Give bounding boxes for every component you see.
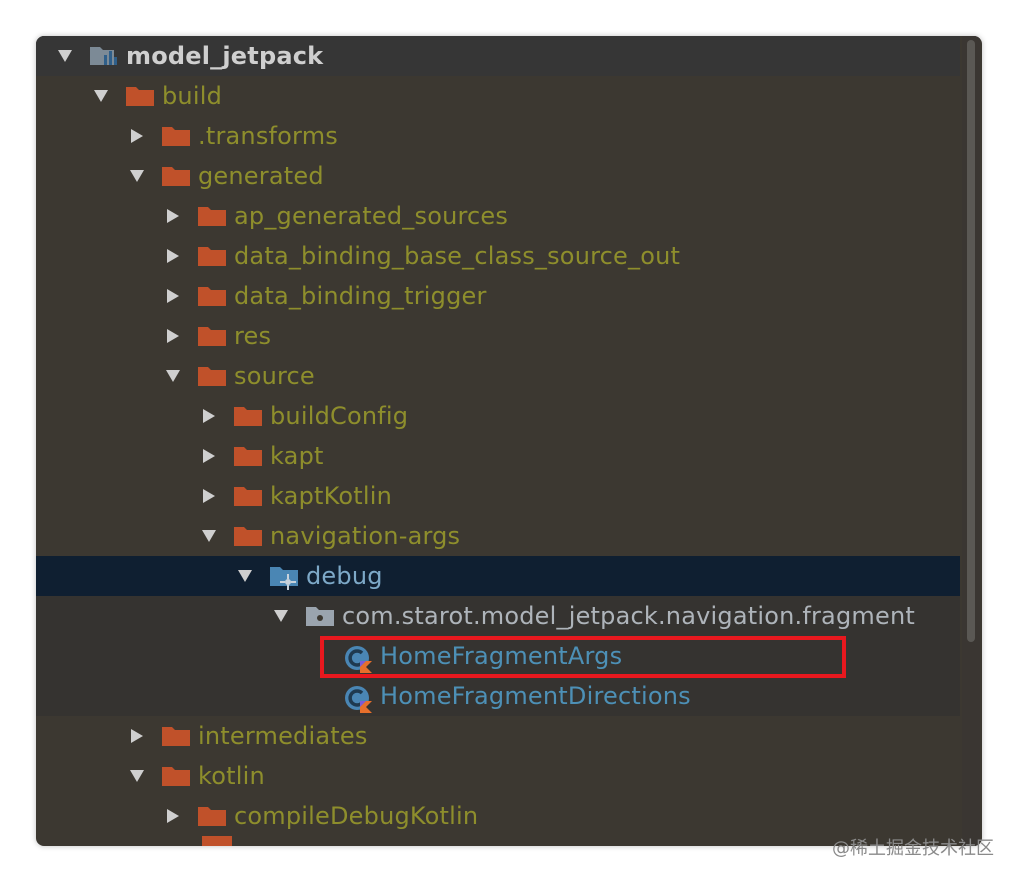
tree-row-label: source bbox=[234, 362, 315, 390]
folder-icon bbox=[202, 836, 232, 846]
collapse-arrow-icon[interactable] bbox=[202, 449, 216, 463]
tree-row-generated[interactable]: generated bbox=[36, 156, 960, 196]
collapse-arrow-icon[interactable] bbox=[166, 329, 180, 343]
expand-arrow-icon[interactable] bbox=[94, 89, 108, 103]
collapse-arrow-icon[interactable] bbox=[130, 729, 144, 743]
tree-row-package[interactable]: com.starot.model_jetpack.navigation.frag… bbox=[36, 596, 960, 636]
expand-arrow-icon[interactable] bbox=[166, 369, 180, 383]
folder-icon bbox=[198, 805, 228, 827]
tree-row-navigation-args[interactable]: navigation-args bbox=[36, 516, 960, 556]
tree-row-ap-generated-sources[interactable]: ap_generated_sources bbox=[36, 196, 960, 236]
collapse-arrow-icon[interactable] bbox=[166, 209, 180, 223]
folder-icon bbox=[198, 325, 228, 347]
tree-row-kapt[interactable]: kapt bbox=[36, 436, 960, 476]
collapse-arrow-icon[interactable] bbox=[202, 409, 216, 423]
tree-row-res[interactable]: res bbox=[36, 316, 960, 356]
tree-row-kaptkotlin[interactable]: kaptKotlin bbox=[36, 476, 960, 516]
folder-icon bbox=[198, 285, 228, 307]
tree-row-label: res bbox=[234, 322, 272, 350]
collapse-arrow-icon[interactable] bbox=[166, 249, 180, 263]
folder-icon bbox=[234, 405, 264, 427]
tree-row-label: .transforms bbox=[198, 122, 338, 150]
tree-row-model-jetpack[interactable]: model_jetpack bbox=[36, 36, 960, 76]
tree-row-source[interactable]: source bbox=[36, 356, 960, 396]
folder-icon bbox=[162, 165, 192, 187]
tree-row-data-binding-trigger[interactable]: data_binding_trigger bbox=[36, 276, 960, 316]
expand-arrow-icon[interactable] bbox=[58, 49, 72, 63]
tree-row-label: model_jetpack bbox=[126, 42, 324, 70]
folder-icon bbox=[162, 765, 192, 787]
folder-icon bbox=[198, 245, 228, 267]
module-folder-icon bbox=[90, 45, 120, 67]
collapse-arrow-icon[interactable] bbox=[166, 809, 180, 823]
folder-icon bbox=[162, 725, 192, 747]
expand-arrow-icon[interactable] bbox=[130, 169, 144, 183]
tree-row-label: data_binding_trigger bbox=[234, 282, 487, 310]
collapse-arrow-icon[interactable] bbox=[166, 289, 180, 303]
tree-row-label: kapt bbox=[270, 442, 324, 470]
folder-icon bbox=[234, 485, 264, 507]
watermark: @稀土掘金技术社区 bbox=[832, 838, 994, 859]
collapse-arrow-icon[interactable] bbox=[130, 129, 144, 143]
tree-row-label: kaptKotlin bbox=[270, 482, 393, 510]
folder-icon bbox=[198, 205, 228, 227]
tree-row-label: HomeFragmentArgs bbox=[380, 642, 623, 670]
tree-row-label: ap_generated_sources bbox=[234, 202, 509, 230]
folder-icon bbox=[234, 525, 264, 547]
tree-row-home-fragment-args[interactable]: HomeFragmentArgs bbox=[36, 636, 960, 676]
tree-row-compile-debug-kotlin[interactable]: compileDebugKotlin bbox=[36, 796, 960, 836]
tree-row-intermediates[interactable]: intermediates bbox=[36, 716, 960, 756]
expand-arrow-icon[interactable] bbox=[238, 569, 252, 583]
expand-arrow-icon[interactable] bbox=[202, 529, 216, 543]
tree-row-label: com.starot.model_jetpack.navigation.frag… bbox=[342, 602, 915, 630]
tree-row-data-binding-base-class-source-out[interactable]: data_binding_base_class_source_out bbox=[36, 236, 960, 276]
folder-icon bbox=[126, 85, 156, 107]
tree-row-label: compileDebugKotlin bbox=[234, 802, 479, 830]
tree-row-transforms[interactable]: .transforms bbox=[36, 116, 960, 156]
tree-row-label: buildConfig bbox=[270, 402, 409, 430]
tree-row-partial bbox=[36, 836, 960, 846]
vertical-scrollbar[interactable] bbox=[962, 36, 980, 846]
tree-row-label: generated bbox=[198, 162, 324, 190]
scrollbar-thumb[interactable] bbox=[967, 40, 975, 642]
package-icon bbox=[306, 605, 336, 627]
tree-row-label: HomeFragmentDirections bbox=[380, 682, 691, 710]
folder-icon bbox=[198, 365, 228, 387]
tree-row-label: navigation-args bbox=[270, 522, 461, 550]
tree-row-buildconfig[interactable]: buildConfig bbox=[36, 396, 960, 436]
tree-row-home-fragment-directions[interactable]: HomeFragmentDirections bbox=[36, 676, 960, 716]
expand-arrow-icon[interactable] bbox=[274, 609, 288, 623]
folder-icon bbox=[162, 125, 192, 147]
collapse-arrow-icon[interactable] bbox=[202, 489, 216, 503]
expand-arrow-icon[interactable] bbox=[130, 769, 144, 783]
source-root-folder-icon bbox=[270, 565, 300, 590]
tree-row-label: kotlin bbox=[198, 762, 265, 790]
tree-row-debug[interactable]: debug bbox=[36, 556, 960, 596]
kotlin-class-icon bbox=[344, 685, 374, 713]
folder-icon bbox=[234, 445, 264, 467]
tree-row-label: data_binding_base_class_source_out bbox=[234, 242, 681, 270]
tree-row-label: debug bbox=[306, 562, 383, 590]
kotlin-class-icon bbox=[344, 645, 374, 673]
tree-row-kotlin[interactable]: kotlin bbox=[36, 756, 960, 796]
tree-row-label: build bbox=[162, 82, 223, 110]
project-tree-panel: model_jetpack build .transforms generate… bbox=[36, 36, 982, 846]
tree-row-label: intermediates bbox=[198, 722, 368, 750]
tree-row-build[interactable]: build bbox=[36, 76, 960, 116]
